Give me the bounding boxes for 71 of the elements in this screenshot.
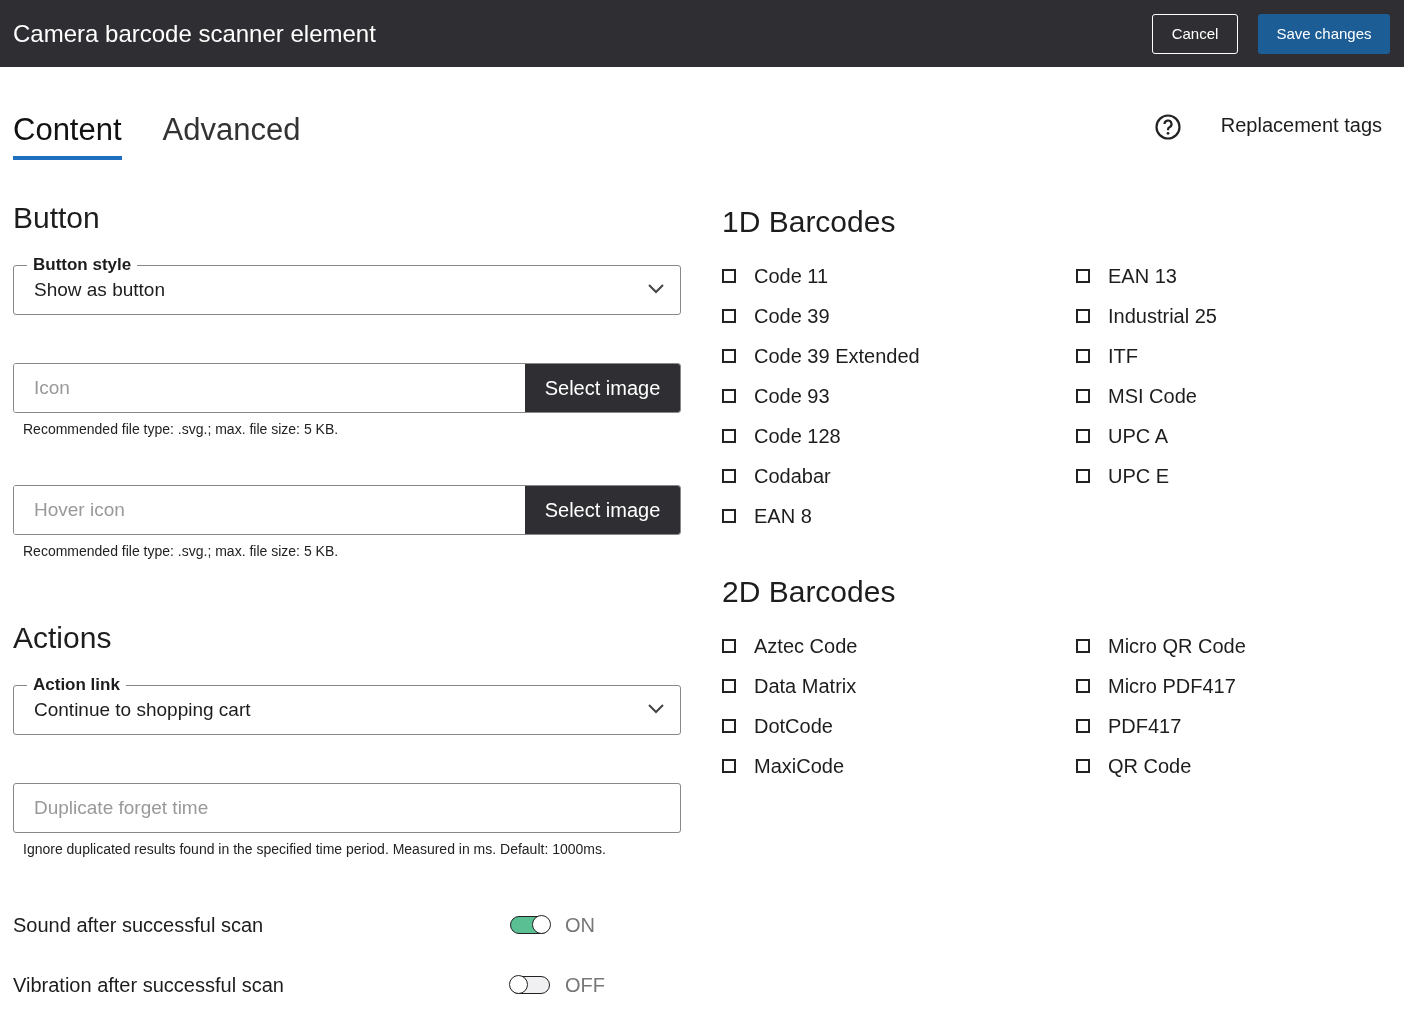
help-text: Ignore duplicated results found in the specified time period. Measured in ms. Default: 1000ms. <box>23 841 607 857</box>
checkbox-option[interactable]: UPC A <box>1076 423 1376 449</box>
section-heading: Button <box>13 203 101 233</box>
checkbox[interactable] <box>1076 469 1090 483</box>
checkbox[interactable] <box>1076 269 1090 283</box>
help-icon[interactable] <box>1154 114 1181 140</box>
checkbox[interactable] <box>1076 389 1090 403</box>
checkbox-option[interactable]: Code 11 <box>722 263 1076 289</box>
checkbox-option[interactable]: Code 39 <box>722 303 1076 329</box>
help-text: Recommended file type: .svg.; max. file size: 5 KB. <box>23 421 340 437</box>
checkbox[interactable] <box>722 639 736 653</box>
checkbox-option[interactable]: Code 93 <box>722 383 1076 409</box>
checkbox[interactable] <box>722 759 736 773</box>
checkbox[interactable] <box>1076 639 1090 653</box>
checkbox-option[interactable]: ITF <box>1076 343 1376 369</box>
checkbox-option[interactable]: UPC E <box>1076 463 1376 489</box>
checkbox-option[interactable]: MaxiCode <box>722 753 1076 779</box>
select-image-button[interactable]: Select image <box>525 364 680 412</box>
checkbox-option[interactable]: Codabar <box>722 463 1076 489</box>
checkbox-option[interactable]: MSI Code <box>1076 383 1376 409</box>
checkbox[interactable] <box>1076 719 1090 733</box>
checkbox[interactable] <box>1076 349 1090 363</box>
checkbox-option[interactable]: Aztec Code <box>722 633 1076 659</box>
checkbox[interactable] <box>722 509 736 523</box>
checkbox-option[interactable]: Data Matrix <box>722 673 1076 699</box>
checkbox[interactable] <box>722 389 736 403</box>
checkbox[interactable] <box>722 429 736 443</box>
select-image-button[interactable]: Select image <box>525 486 680 534</box>
chevron-down-icon <box>648 284 664 294</box>
checkbox-option[interactable]: Code 128 <box>722 423 1076 449</box>
toggle-switch[interactable] <box>510 916 550 934</box>
checkbox-option[interactable]: Code 39 Extended <box>722 343 1076 369</box>
help-text: Recommended file type: .svg.; max. file size: 5 KB. <box>23 543 340 559</box>
checkbox[interactable] <box>1076 309 1090 323</box>
image-picker-field[interactable]: Hover icon Select image <box>13 485 681 535</box>
checkbox[interactable] <box>722 309 736 323</box>
checkbox-option[interactable]: QR Code <box>1076 753 1376 779</box>
image-picker-field[interactable]: Icon Select image <box>13 363 681 413</box>
section-heading: 2D Barcodes <box>722 577 897 607</box>
toggle-switch[interactable] <box>510 976 550 994</box>
replacement-tags-link[interactable]: Replacement tags <box>1220 114 1382 137</box>
window-title: Camera barcode scanner element <box>13 19 377 48</box>
checkbox[interactable] <box>722 269 736 283</box>
checkbox-option[interactable]: DotCode <box>722 713 1076 739</box>
checkbox-option[interactable]: Micro PDF417 <box>1076 673 1376 699</box>
input-field[interactable]: Duplicate forget time <box>13 783 681 833</box>
toggle-label: Vibration after successful scan <box>13 973 285 997</box>
checkbox-option[interactable]: EAN 13 <box>1076 263 1376 289</box>
section-heading: 1D Barcodes <box>722 207 897 237</box>
checkbox-option[interactable]: PDF417 <box>1076 713 1376 739</box>
checkbox[interactable] <box>722 469 736 483</box>
dropdown-value: Continue to shopping cart <box>34 699 251 721</box>
checkbox[interactable] <box>1076 679 1090 693</box>
checkbox[interactable] <box>1076 759 1090 773</box>
checkbox-option[interactable]: Micro QR Code <box>1076 633 1376 659</box>
checkbox-option[interactable]: EAN 8 <box>722 503 1076 529</box>
cancel-button[interactable]: Cancel <box>1152 13 1238 54</box>
chevron-down-icon <box>648 704 664 714</box>
toggle-label: Sound after successful scan <box>13 913 265 937</box>
save-button[interactable]: Save changes <box>1258 13 1390 54</box>
checkbox[interactable] <box>722 349 736 363</box>
toggle-state: OFF <box>565 973 605 997</box>
dropdown-value: Show as button <box>34 279 165 301</box>
tab[interactable]: Content <box>13 112 122 160</box>
checkbox[interactable] <box>1076 429 1090 443</box>
checkbox[interactable] <box>722 679 736 693</box>
section-heading: Actions <box>13 623 113 653</box>
checkbox[interactable] <box>722 719 736 733</box>
checkbox-option[interactable]: Industrial 25 <box>1076 303 1376 329</box>
toggle-state: ON <box>565 913 595 937</box>
tab[interactable]: Advanced <box>162 112 301 160</box>
